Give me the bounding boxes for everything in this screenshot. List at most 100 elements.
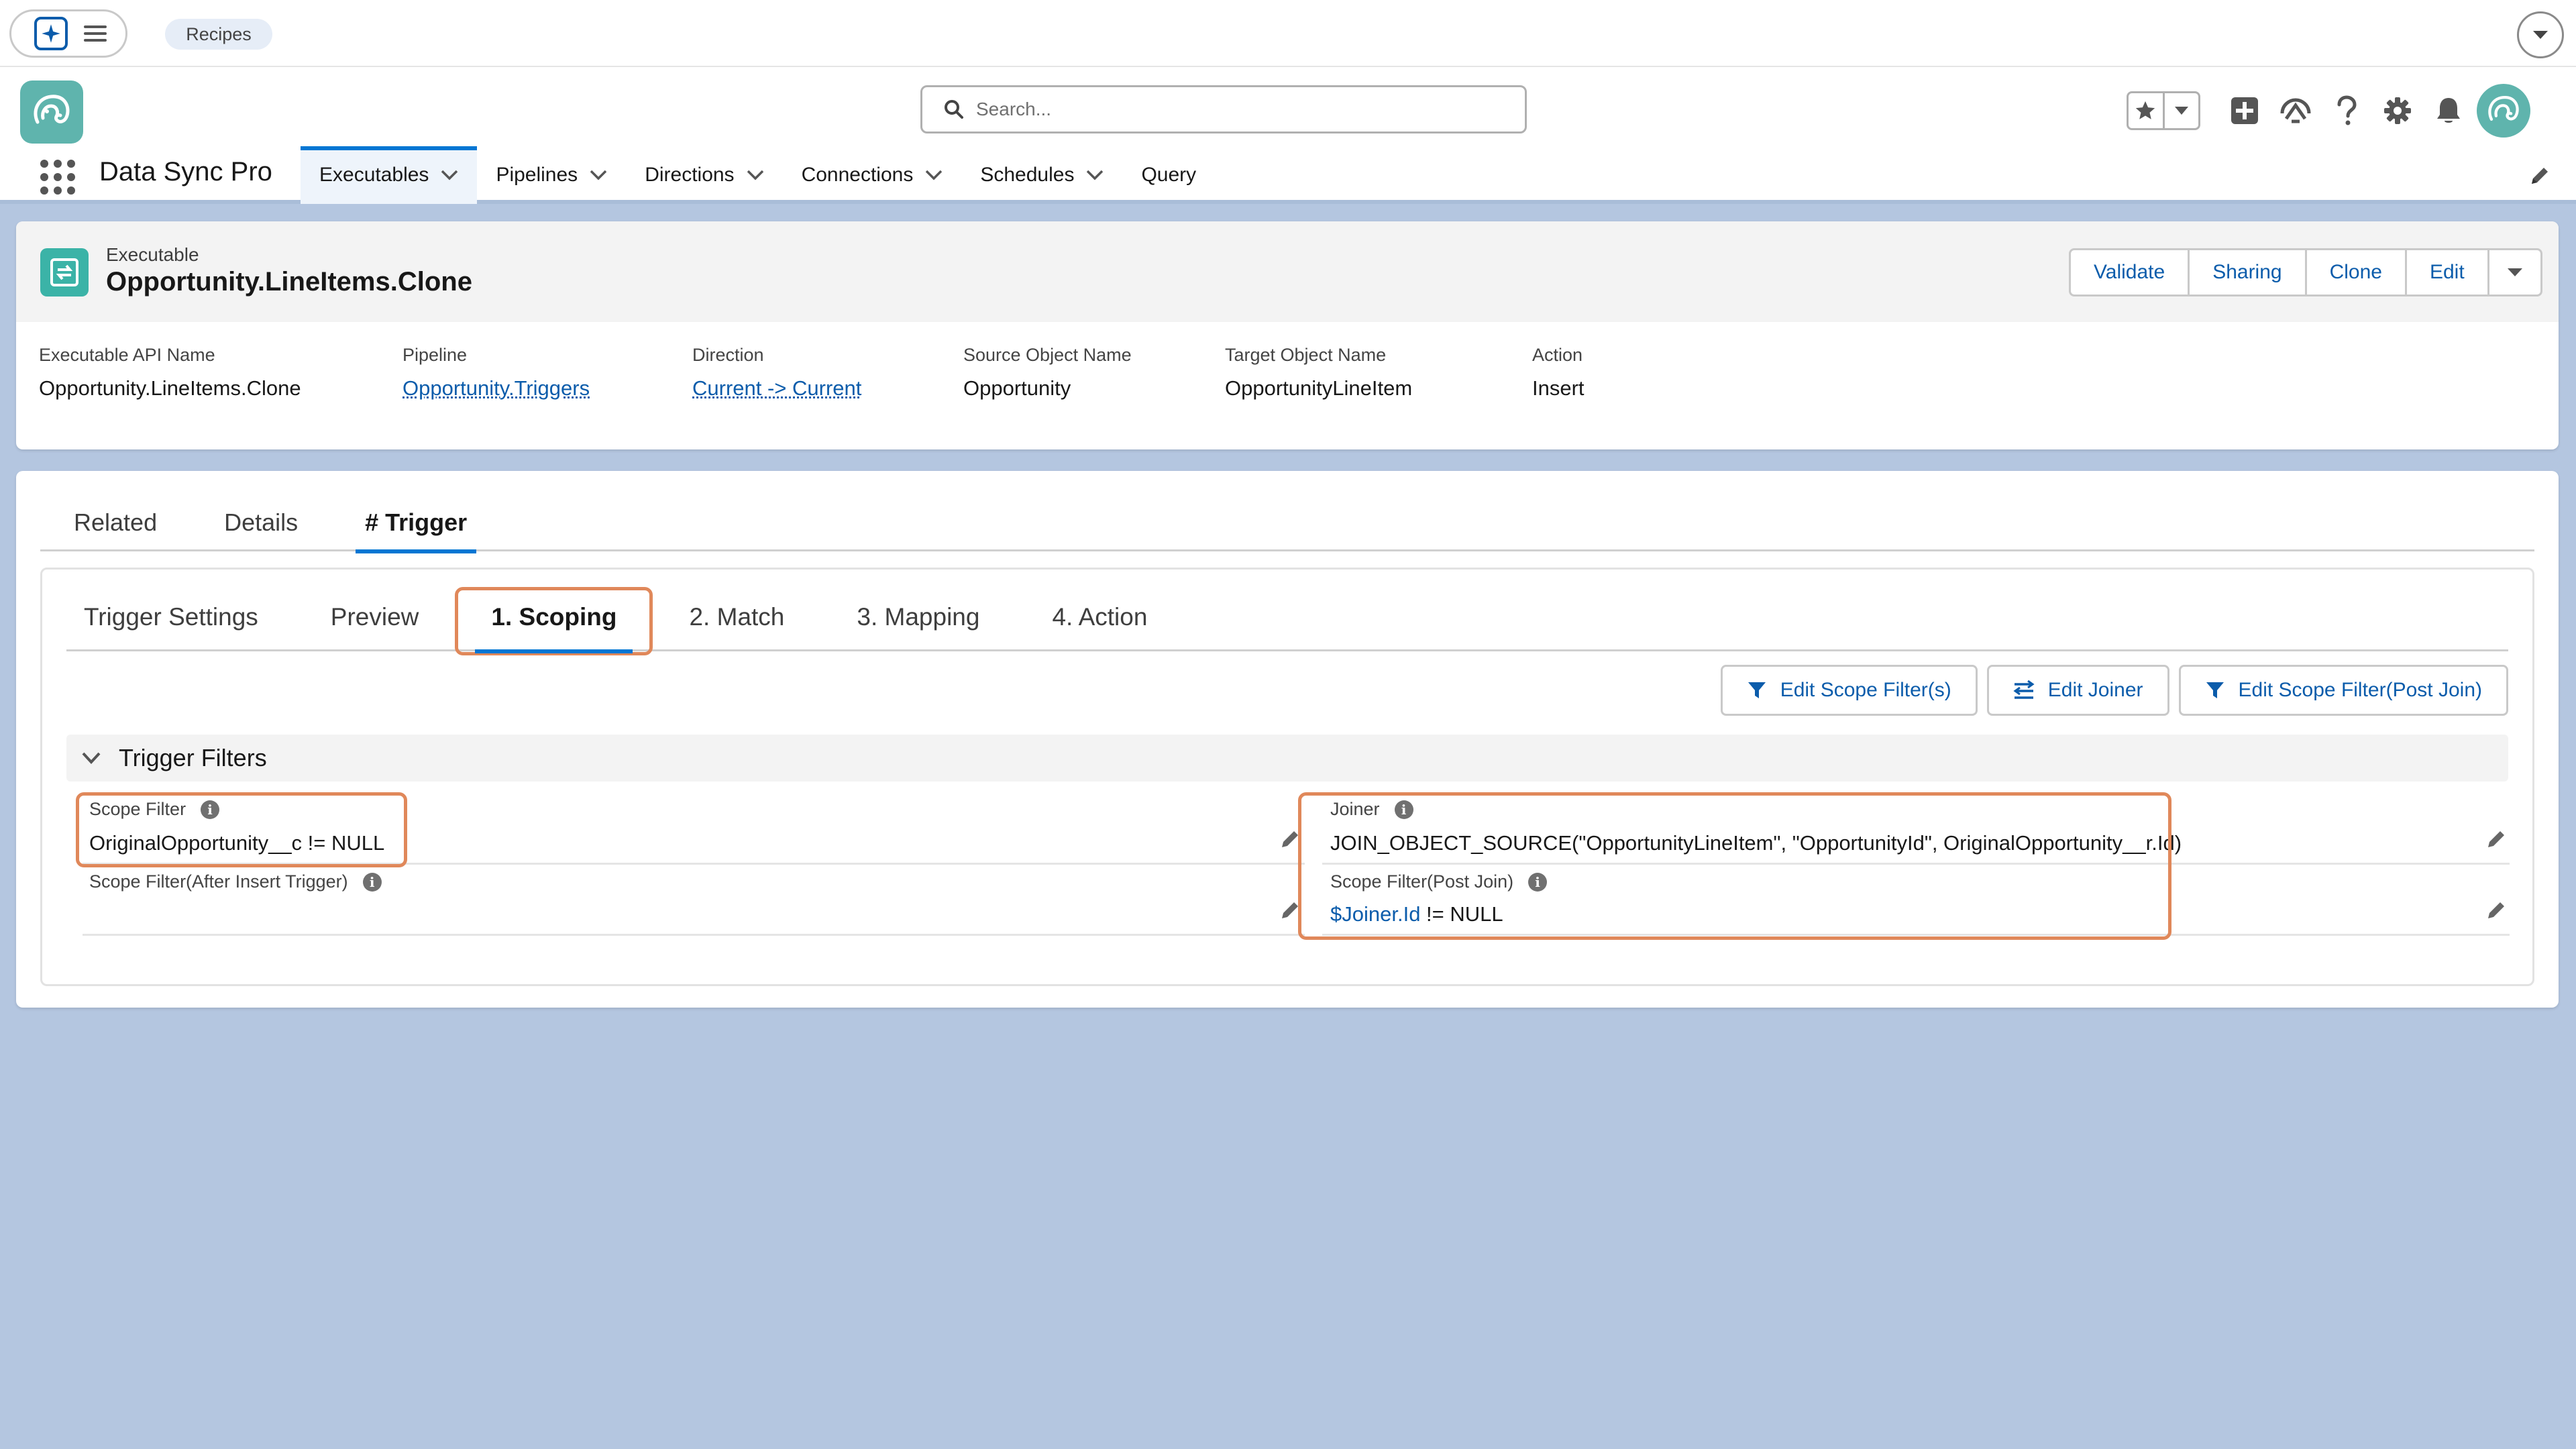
chevron-down-icon[interactable] [590,170,607,180]
highlight-box [455,587,653,655]
record-title: Opportunity.LineItems.Clone [106,267,472,297]
subtab-preview[interactable]: Preview [294,583,455,651]
subtab-label: 3. Mapping [857,603,980,631]
record-action-buttons: Validate Sharing Clone Edit [2069,248,2542,297]
nav-item-query[interactable]: Query [1122,146,1215,204]
edit-scope-filters-button[interactable]: Edit Scope Filter(s) [1720,665,1978,716]
app-header: Search... Data Sync Pro Executables Pipe… [0,67,2576,204]
user-avatar[interactable] [2477,84,2530,138]
filter-icon [1748,682,1766,698]
button-label: Edit Scope Filter(s) [1780,679,1951,701]
nav-item-pipelines[interactable]: Pipelines [477,146,626,204]
subtab-label: 4. Action [1052,603,1148,631]
waffle-grid-icon [40,160,75,195]
nav-item-directions[interactable]: Directions [626,146,782,204]
trigger-panel: Trigger Settings Preview 1. Scoping 2. M… [40,568,2534,986]
record-highlights-header: Executable Opportunity.LineItems.Clone V… [16,221,2559,322]
hamburger-menu-icon [84,24,107,43]
elephant-logo-icon [34,95,70,124]
app-logo[interactable] [20,80,83,144]
subtab-label: Preview [330,603,419,631]
app-launcher-button[interactable] [39,158,76,196]
notifications-button[interactable] [2423,87,2474,134]
trailhead-button[interactable] [2270,87,2321,134]
field-executable-api-name: Executable API Name Opportunity.LineItem… [39,345,301,400]
agent-spark-icon [34,17,68,50]
tab-trigger[interactable]: # Trigger [331,494,500,553]
subtab-trigger-settings[interactable]: Trigger Settings [66,583,294,651]
field-action: Action Insert [1532,345,1585,400]
field-value: OpportunityLineItem [1225,376,1413,400]
validate-button[interactable]: Validate [2071,250,2188,294]
edit-joiner-button[interactable]: Edit Joiner [1986,665,2169,716]
pipeline-link[interactable]: Opportunity.Triggers [402,376,590,400]
help-icon [2337,95,2357,125]
filter-icon [2206,682,2224,698]
agent-menu-toggle[interactable] [9,9,127,58]
chevron-down-icon[interactable] [925,170,943,180]
help-button[interactable] [2321,87,2372,134]
chevron-down-icon [2533,31,2548,39]
info-icon[interactable]: i [362,872,382,892]
global-create-button[interactable] [2219,87,2270,134]
favorites-list-button[interactable] [2162,93,2199,128]
edit-nav-button[interactable] [2529,165,2551,186]
top-chevron-down-button[interactable] [2517,11,2564,58]
chevron-down-icon [2507,268,2522,276]
field-source-object-name: Source Object Name Opportunity [963,345,1132,400]
executable-record-icon [40,248,89,297]
recipes-pill[interactable]: Recipes [165,19,272,50]
nav-item-label: Pipelines [496,164,578,186]
chevron-down-icon[interactable] [747,170,764,180]
pencil-icon[interactable] [2485,828,2507,850]
subtab-scoping[interactable]: 1. Scoping [455,583,653,655]
star-icon [2136,101,2155,119]
edit-button[interactable]: Edit [2404,250,2487,294]
pencil-icon [2532,168,2548,184]
record-object-type: Executable [106,244,199,265]
subtab-label: 2. Match [689,603,785,631]
pencil-icon[interactable] [2485,900,2507,921]
tab-related[interactable]: Related [40,494,191,551]
gear-icon [2384,97,2411,124]
trigger-filters-section-header[interactable]: Trigger Filters [66,735,2508,782]
clone-button[interactable]: Clone [2304,250,2405,294]
sync-record-icon [50,258,78,286]
scope-filter-after-insert-label: Scope Filter(After Insert Trigger) i [89,871,382,892]
chevron-down-icon [2174,107,2188,115]
field-direction: Direction Current -> Current [692,345,861,400]
global-top-bar: Recipes [0,0,2576,67]
field-target-object-name: Target Object Name OpportunityLineItem [1225,345,1412,400]
nav-item-label: Directions [645,164,735,186]
nav-item-schedules[interactable]: Schedules [961,146,1122,204]
scope-filter-highlight [76,792,407,867]
trailhead-icon [2280,98,2311,123]
setup-button[interactable] [2372,87,2423,134]
field-label: Target Object Name [1225,345,1387,365]
nav-item-label: Query [1141,164,1197,186]
chevron-down-icon [82,752,101,764]
button-label: Edit Scope Filter(Post Join) [2238,679,2482,701]
favorites-star-button[interactable] [2129,93,2163,128]
field-label: Direction [692,345,764,365]
edit-scope-filter-post-join-button[interactable]: Edit Scope Filter(Post Join) [2178,665,2508,716]
field-label: Source Object Name [963,345,1132,365]
sharing-button[interactable]: Sharing [2188,250,2304,294]
more-actions-button[interactable] [2487,250,2540,294]
direction-link[interactable]: Current -> Current [692,376,861,400]
scoping-action-buttons: Edit Scope Filter(s) Edit Joiner Edit Sc… [1720,665,2508,716]
nav-item-label: Executables [319,164,429,186]
nav-item-connections[interactable]: Connections [783,146,962,204]
scope-filter-after-insert-field: Scope Filter(After Insert Trigger) i [83,865,1305,936]
nav-item-executables[interactable]: Executables [301,146,478,204]
subtab-match[interactable]: 2. Match [653,583,820,651]
record-header-card: Executable Opportunity.LineItems.Clone V… [16,221,2559,449]
tab-details[interactable]: Details [191,494,331,551]
subtab-action[interactable]: 4. Action [1016,583,1183,651]
field-value: Opportunity.LineItems.Clone [39,376,301,400]
chevron-down-icon[interactable] [1086,170,1104,180]
field-value: Opportunity [963,376,1071,400]
global-search-input[interactable]: Search... [920,85,1527,133]
chevron-down-icon[interactable] [441,170,458,180]
subtab-mapping[interactable]: 3. Mapping [820,583,1016,651]
